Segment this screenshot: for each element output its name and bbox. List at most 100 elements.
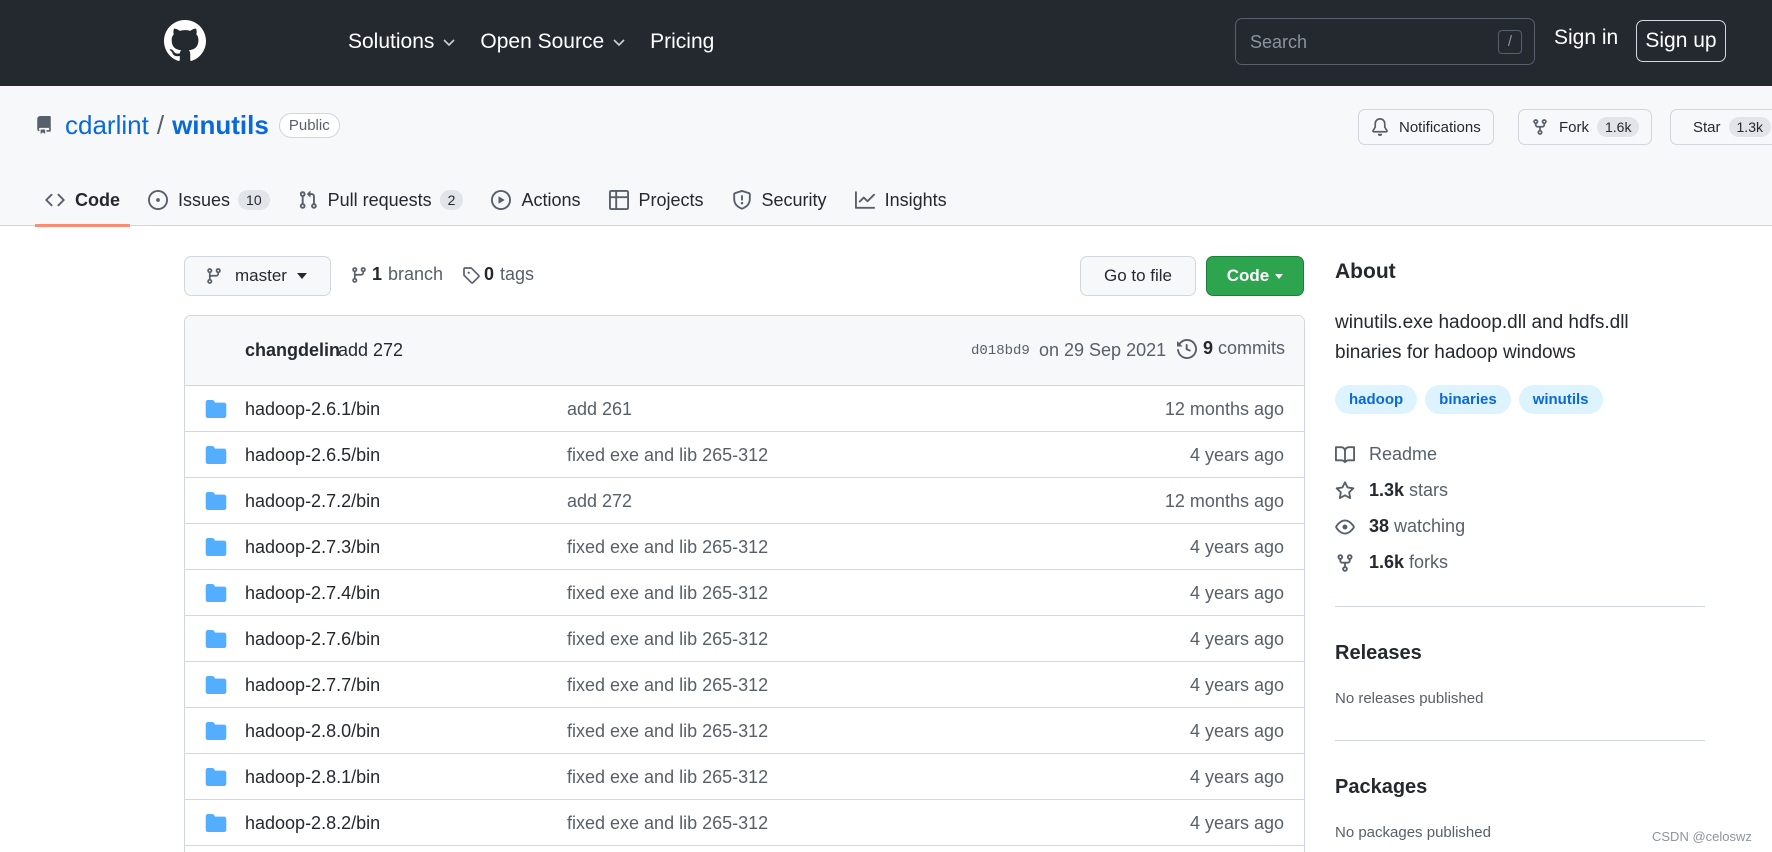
search-input[interactable] — [1250, 29, 1480, 55]
repo-icon — [37, 116, 51, 134]
file-name-link[interactable]: hadoop-2.7.2/bin — [245, 491, 380, 512]
folder-icon — [205, 676, 227, 694]
repo-name-link[interactable]: winutils — [172, 110, 269, 141]
releases-heading[interactable]: Releases — [1335, 642, 1422, 665]
star-label: Star — [1693, 118, 1721, 136]
fork-button[interactable]: Fork 1.6k — [1518, 109, 1653, 145]
github-logo-icon[interactable] — [164, 20, 206, 62]
file-commit-message-link[interactable]: fixed exe and lib 265-312 — [567, 583, 768, 604]
file-age: 4 years ago — [1189, 813, 1284, 833]
star-button[interactable]: Star 1.3k — [1670, 109, 1772, 145]
tab-projects[interactable]: Projects — [599, 174, 714, 226]
file-name-link[interactable]: hadoop-2.7.4/bin — [245, 583, 380, 604]
file-commit-message-link[interactable]: fixed exe and lib 265-312 — [567, 721, 768, 742]
chevron-down-icon — [443, 39, 455, 47]
file-age: 12 months ago — [1164, 491, 1284, 511]
folder-icon — [205, 814, 227, 832]
code-icon — [45, 193, 65, 207]
readme-link[interactable]: Readme — [1335, 444, 1437, 465]
file-commit-message-link[interactable]: fixed exe and lib 265-312 — [567, 675, 768, 696]
tab-security-label: Security — [761, 189, 827, 210]
tab-insights-label: Insights — [884, 189, 947, 210]
file-commit-message-link[interactable]: add 261 — [567, 399, 632, 420]
file-commit-message-link[interactable]: fixed exe and lib 265-312 — [567, 445, 768, 466]
tab-issues-label: Issues — [178, 189, 231, 210]
file-commit-message-link[interactable]: fixed exe and lib 265-312 — [567, 629, 768, 650]
file-age: 4 years ago — [1189, 537, 1284, 557]
topic-tag[interactable]: binaries — [1425, 385, 1511, 414]
forks-link[interactable]: 1.6k forks — [1335, 552, 1448, 573]
search-box[interactable]: / — [1235, 18, 1535, 65]
tab-issues[interactable]: Issues 10 — [138, 174, 280, 226]
packages-heading[interactable]: Packages — [1335, 776, 1427, 799]
file-name-link[interactable]: hadoop-2.8.1/bin — [245, 767, 380, 788]
tab-actions[interactable]: Actions — [481, 174, 590, 226]
file-name-link[interactable]: hadoop-2.7.3/bin — [245, 537, 380, 558]
branch-selector[interactable]: master — [184, 256, 331, 296]
commit-author-link[interactable]: changdelin — [245, 340, 340, 361]
tab-security[interactable]: Security — [722, 174, 837, 226]
watching-link[interactable]: 38 watching — [1335, 516, 1465, 537]
tag-icon — [463, 266, 480, 284]
watching-label: watching — [1394, 516, 1466, 536]
tab-code[interactable]: Code — [35, 174, 130, 227]
topic-tag[interactable]: hadoop — [1335, 385, 1418, 414]
notifications-label: Notifications — [1399, 118, 1481, 136]
file-age: 4 years ago — [1189, 721, 1284, 741]
folder-icon — [205, 768, 227, 786]
file-commit-message-link[interactable]: fixed exe and lib 265-312 — [567, 813, 768, 834]
watching-count: 38 — [1369, 516, 1390, 536]
file-age: 4 years ago — [1189, 445, 1284, 465]
forks-count: 1.6k — [1369, 552, 1405, 572]
notifications-button[interactable]: Notifications — [1358, 109, 1494, 145]
commit-message-link[interactable]: add 272 — [338, 340, 403, 361]
fork-count: 1.6k — [1597, 117, 1640, 137]
stars-link[interactable]: 1.3k stars — [1335, 480, 1448, 501]
topic-tag[interactable]: winutils — [1518, 385, 1603, 414]
bell-icon — [1372, 118, 1388, 136]
packages-note: No packages published — [1335, 824, 1491, 841]
forks-label: forks — [1409, 552, 1449, 572]
branches-link[interactable]: 1 branch — [350, 264, 443, 285]
file-age: 4 years ago — [1189, 767, 1284, 787]
commit-date: on 29 Sep 2021 — [1039, 340, 1167, 360]
file-row: hadoop-2.8.2/bin fixed exe and lib 265-3… — [185, 800, 1304, 846]
file-name-link[interactable]: hadoop-2.7.6/bin — [245, 629, 380, 650]
sign-in-link[interactable]: Sign in — [1554, 26, 1618, 50]
tab-insights[interactable]: Insights — [845, 174, 957, 226]
tags-link[interactable]: 0 tags — [462, 264, 534, 285]
folder-icon — [205, 446, 227, 464]
branch-icon — [207, 268, 221, 284]
nav-pricing[interactable]: Pricing — [650, 26, 714, 58]
folder-icon — [205, 722, 227, 740]
file-age: 4 years ago — [1189, 583, 1284, 603]
file-age: 12 months ago — [1164, 399, 1284, 419]
code-button[interactable]: Code — [1206, 256, 1304, 296]
repo-header: cdarlint / winutils Public Notifications… — [0, 86, 1772, 227]
nav-solutions[interactable]: Solutions — [348, 26, 456, 58]
commits-link[interactable]: 9 commits — [1177, 338, 1285, 359]
repo-owner-link[interactable]: cdarlint — [65, 110, 149, 141]
file-commit-message-link[interactable]: fixed exe and lib 265-312 — [567, 537, 768, 558]
file-name-link[interactable]: hadoop-2.6.1/bin — [245, 399, 380, 420]
commit-hash-link[interactable]: d018bd9 — [971, 343, 1030, 359]
folder-icon — [205, 400, 227, 418]
file-name-link[interactable]: hadoop-2.8.2/bin — [245, 813, 380, 834]
file-name-link[interactable]: hadoop-2.6.5/bin — [245, 445, 380, 466]
star-icon — [1335, 480, 1355, 499]
sidebar-divider — [1335, 740, 1705, 741]
file-name-link[interactable]: hadoop-2.7.7/bin — [245, 675, 380, 696]
file-commit-message-link[interactable]: add 272 — [567, 491, 632, 512]
nav-open-source[interactable]: Open Source — [480, 26, 626, 58]
sign-up-button[interactable]: Sign up — [1636, 20, 1726, 62]
file-commit-message-link[interactable]: fixed exe and lib 265-312 — [567, 767, 768, 788]
topic-list: hadoop binaries winutils — [1335, 385, 1603, 414]
go-to-file-button[interactable]: Go to file — [1080, 256, 1196, 296]
file-name-link[interactable]: hadoop-2.8.0/bin — [245, 721, 380, 742]
pull-request-icon — [299, 190, 317, 209]
tab-pull-requests[interactable]: Pull requests 2 — [288, 174, 474, 226]
file-age: 4 years ago — [1189, 675, 1284, 695]
about-description: winutils.exe hadoop.dll and hdfs.dll bin… — [1335, 312, 1629, 363]
code-button-label: Code — [1226, 266, 1270, 285]
about-heading: About — [1335, 260, 1396, 283]
